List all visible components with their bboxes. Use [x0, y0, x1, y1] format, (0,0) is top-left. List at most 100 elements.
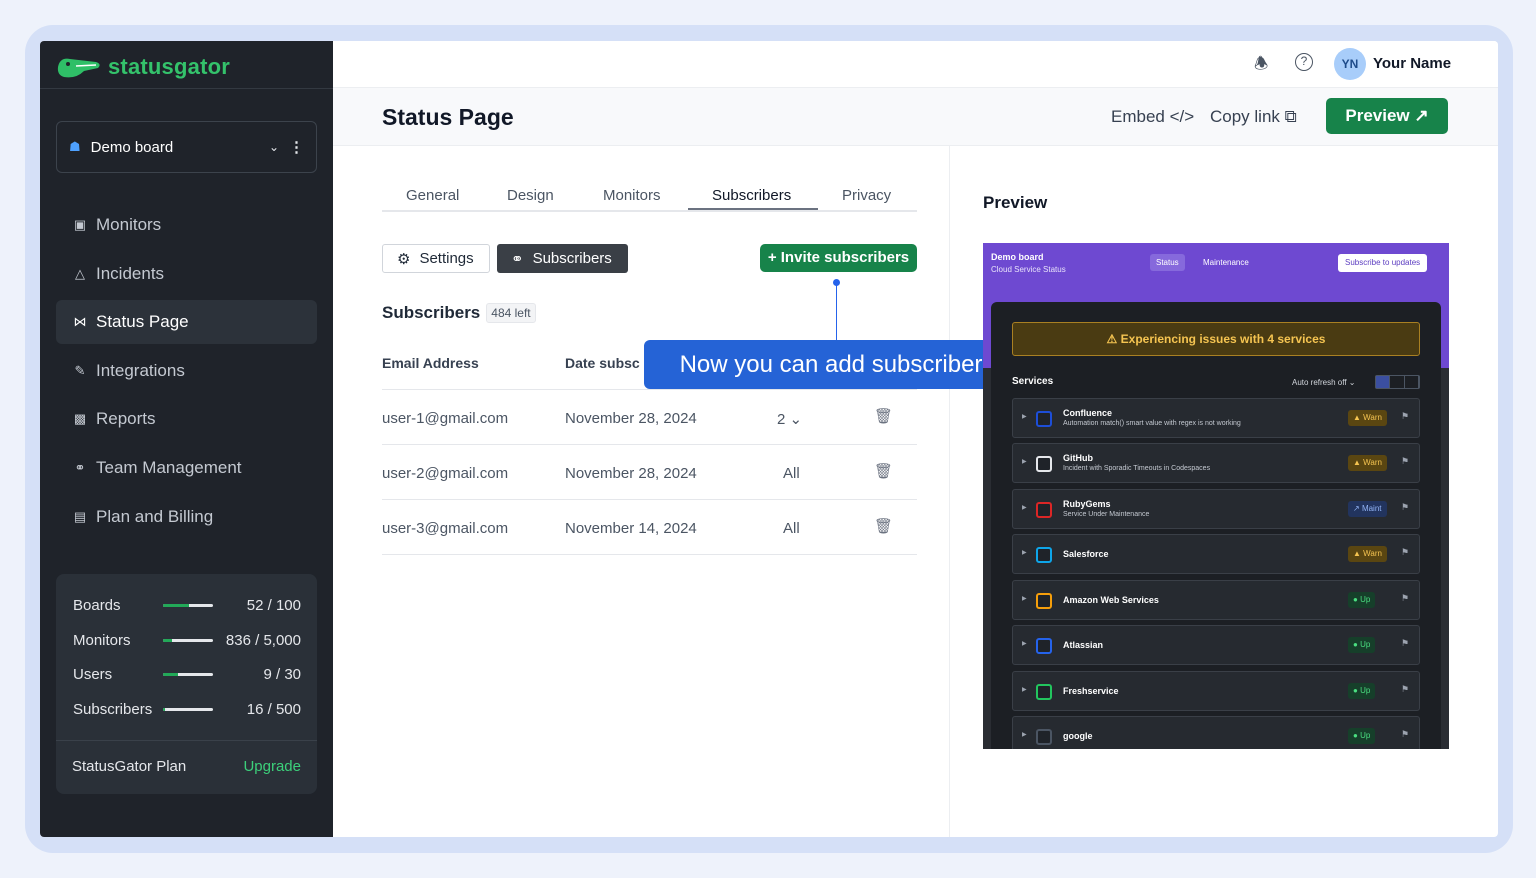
maint-status-icon: ↗	[1353, 504, 1362, 513]
email-cell: user-2@gmail.com	[382, 465, 509, 482]
warning-icon: △	[75, 265, 85, 281]
tab-monitors[interactable]: Monitors	[603, 187, 661, 204]
view-option[interactable]	[1376, 376, 1391, 388]
gear-icon: ⚙	[397, 250, 411, 268]
preview-tab-maintenance[interactable]: Maintenance	[1203, 254, 1249, 271]
auto-refresh-label: Auto refresh off	[1292, 378, 1347, 387]
tab-design[interactable]: Design	[507, 187, 554, 204]
sidebar-item-integrations[interactable]: ✎ Integrations	[56, 349, 317, 393]
preview-tab-status[interactable]: Status	[1150, 254, 1185, 271]
preview-service-row[interactable]: ▶ RubyGems Service Under Maintenance ↗ Main…	[1012, 489, 1420, 529]
divider	[56, 740, 317, 741]
sidebar-item-incidents[interactable]: △ Incidents	[56, 252, 317, 296]
avatar[interactable]: YN	[1334, 48, 1366, 80]
flag-icon[interactable]: ⚑	[1401, 547, 1409, 558]
gator-logo-icon	[57, 58, 100, 78]
caret-right-icon[interactable]: ▶	[1022, 731, 1027, 738]
status-badge: ● Up	[1348, 728, 1376, 744]
caret-right-icon[interactable]: ▶	[1022, 640, 1027, 647]
service-logo-icon	[1036, 729, 1052, 745]
caret-right-icon[interactable]: ▶	[1022, 686, 1027, 693]
preview-service-row[interactable]: ▶ Salesforce ▲ Warn ⚑	[1012, 534, 1420, 574]
preview-service-row[interactable]: ▶ google ● Up ⚑	[1012, 716, 1420, 749]
preview-subscribe-button[interactable]: Subscribe to updates	[1338, 254, 1428, 272]
invite-subscribers-button[interactable]: + Invite subscribers	[760, 244, 917, 272]
usage-value: 16 / 500	[246, 700, 301, 718]
settings-button[interactable]: ⚙ Settings	[382, 244, 490, 273]
warning-icon: ⚠	[1106, 332, 1118, 346]
flag-icon[interactable]: ⚑	[1401, 684, 1409, 695]
copy-link-button[interactable]: Copy link ⧉	[1210, 107, 1297, 127]
logo[interactable]: statusgator	[56, 49, 230, 85]
service-logo-icon	[1036, 502, 1052, 518]
sidebar-item-label: Plan and Billing	[96, 506, 214, 526]
tab-privacy[interactable]: Privacy	[842, 187, 891, 204]
board-selector[interactable]: ☗ Demo board ⌄ ⋮	[56, 121, 317, 173]
preview-service-row[interactable]: ▶ Confluence Automation match() smart valu…	[1012, 398, 1420, 438]
sidebar-item-team-management[interactable]: ⚭ Team Management	[56, 446, 317, 490]
flag-icon[interactable]: ⚑	[1401, 502, 1409, 513]
usage-value: 52 / 100	[246, 596, 301, 614]
preview-auto-refresh[interactable]: Auto refresh off ⌄	[1292, 378, 1356, 387]
service-name: RubyGems	[1063, 499, 1111, 509]
table-row: user-1@gmail.com November 28, 2024 2 ⌄ 🗑…	[382, 390, 917, 445]
divider	[40, 88, 333, 89]
upgrade-link[interactable]: Upgrade	[243, 758, 301, 775]
user-name[interactable]: Your Name	[1373, 55, 1451, 72]
embed-button[interactable]: Embed </>	[1111, 107, 1194, 127]
callout-connector	[836, 282, 837, 340]
scope-select[interactable]: 2 ⌄	[777, 410, 802, 428]
usage-bar	[163, 638, 213, 642]
preview-service-row[interactable]: ▶ Freshservice ● Up ⚑	[1012, 671, 1420, 711]
status-badge: ● Up	[1348, 637, 1376, 653]
flag-icon[interactable]: ⚑	[1401, 411, 1409, 422]
trash-icon[interactable]: 🗑︎	[874, 407, 893, 425]
usage-row-monitors: Monitors 836 / 5,000	[73, 629, 301, 651]
sidebar-nav: ▣ Monitors △ Incidents ⋈ Status Page ✎ I…	[56, 203, 317, 543]
chevron-down-icon[interactable]: ⌄	[269, 140, 279, 154]
status-label: Up	[1360, 640, 1371, 649]
chevron-down-icon: ⌄	[789, 411, 803, 428]
trash-icon[interactable]: 🗑︎	[874, 462, 893, 480]
preview-button[interactable]: Preview ↗	[1326, 98, 1448, 134]
view-option[interactable]	[1405, 376, 1419, 388]
bell-icon[interactable]: 🕭︎	[1254, 53, 1268, 80]
more-vertical-icon[interactable]: ⋮	[289, 138, 304, 156]
sidebar-item-plan-and-billing[interactable]: ▤ Plan and Billing	[56, 495, 317, 539]
flag-icon[interactable]: ⚑	[1401, 729, 1409, 740]
date-cell: November 28, 2024	[565, 465, 697, 482]
caret-right-icon[interactable]: ▶	[1022, 549, 1027, 556]
plan-row: StatusGator Plan Upgrade	[72, 758, 301, 775]
preview-service-row[interactable]: ▶ Amazon Web Services ● Up ⚑	[1012, 580, 1420, 620]
warn-status-icon: ▲	[1353, 549, 1364, 558]
flag-icon[interactable]: ⚑	[1401, 638, 1409, 649]
sidebar-item-reports[interactable]: ▩ Reports	[56, 397, 317, 441]
trash-icon[interactable]: 🗑︎	[874, 517, 893, 535]
usage-bar	[163, 603, 213, 607]
usage-row-boards: Boards 52 / 100	[73, 594, 301, 616]
sidebar-item-label: Integrations	[96, 360, 185, 380]
preview-view-toggle[interactable]	[1375, 375, 1420, 389]
scope-cell: All	[783, 520, 800, 537]
sidebar-item-label: Incidents	[96, 263, 165, 283]
subscribers-button[interactable]: ⚭ Subscribers	[497, 244, 628, 273]
sidebar-item-status-page[interactable]: ⋈ Status Page	[56, 300, 317, 345]
flag-icon[interactable]: ⚑	[1401, 593, 1409, 604]
service-name: google	[1063, 731, 1093, 741]
preview-service-row[interactable]: ▶ GitHub Incident with Sporadic Timeouts i…	[1012, 443, 1420, 483]
status-badge: ▲ Warn	[1348, 546, 1387, 562]
service-description: Automation match() smart value with rege…	[1063, 420, 1241, 427]
sidebar-item-monitors[interactable]: ▣ Monitors	[56, 203, 317, 247]
preview-board-name: Demo board	[991, 252, 1044, 262]
caret-right-icon[interactable]: ▶	[1022, 458, 1027, 465]
caret-right-icon[interactable]: ▶	[1022, 504, 1027, 511]
caret-right-icon[interactable]: ▶	[1022, 595, 1027, 602]
preview-service-row[interactable]: ▶ Atlassian ● Up ⚑	[1012, 625, 1420, 665]
usage-fill	[163, 707, 165, 711]
tab-general[interactable]: General	[406, 187, 459, 204]
flag-icon[interactable]: ⚑	[1401, 456, 1409, 467]
help-icon[interactable]: ?	[1295, 53, 1313, 71]
caret-right-icon[interactable]: ▶	[1022, 413, 1027, 420]
tab-subscribers[interactable]: Subscribers	[712, 187, 791, 204]
view-option[interactable]	[1390, 376, 1405, 388]
